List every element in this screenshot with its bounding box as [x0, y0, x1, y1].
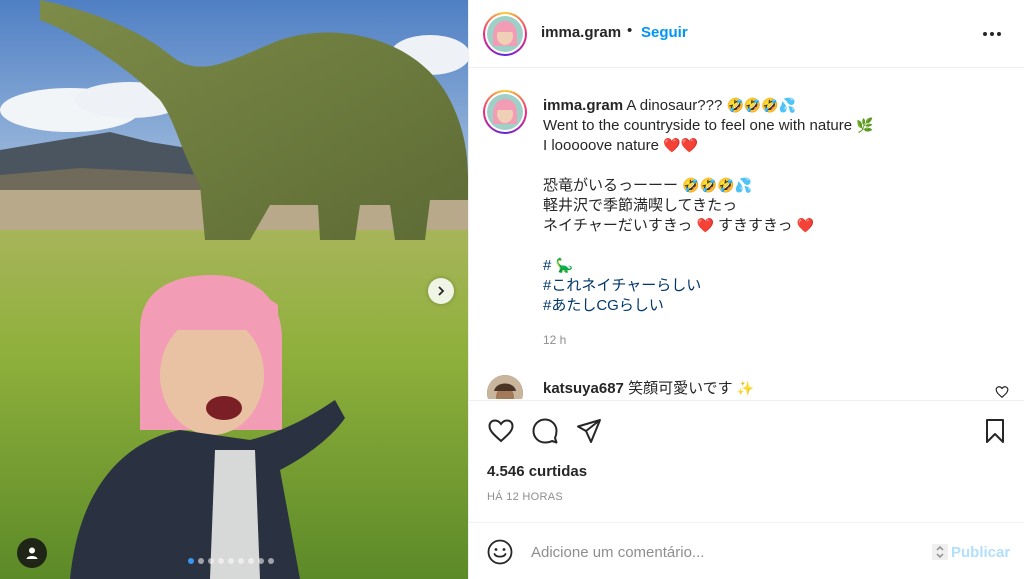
post-media[interactable]	[0, 0, 468, 579]
laughing-emoji: 🤣🤣🤣💦	[726, 98, 797, 114]
tagged-users-button[interactable]	[17, 538, 47, 568]
caption-text: Went to the countryside to feel one with…	[543, 117, 853, 134]
share-button[interactable]	[575, 417, 603, 445]
carousel-dot	[218, 558, 224, 564]
heart-emoji: ❤️❤️	[663, 138, 698, 154]
comment-body: 笑顔可愛いです	[628, 380, 733, 397]
caption-timestamp[interactable]: 12 h	[543, 333, 566, 347]
comment-text: katsuya687 笑顔可愛いです ✨	[543, 377, 754, 398]
caption-author-avatar[interactable]	[483, 90, 527, 134]
laughing-emoji: 🤣🤣🤣💦	[682, 178, 752, 194]
comment-item: katsuya687 笑顔可愛いです ✨	[483, 375, 1011, 399]
caption-text: ネイチャーだいすきっ	[543, 217, 693, 234]
caption-text: 軽井沢で季節満喫してきたっ	[543, 197, 738, 214]
emoji-picker-icon[interactable]	[487, 539, 513, 565]
publish-button[interactable]: Publicar	[951, 544, 1010, 561]
heart-emoji: ❤️	[796, 218, 815, 234]
heart-icon	[488, 419, 514, 443]
add-comment-bar: Publicar	[469, 522, 1024, 579]
post-panel: imma.gram • Seguir imma.gram A dinosaur?…	[468, 0, 1024, 579]
resize-handle-icon	[932, 544, 948, 560]
commenter-username[interactable]: katsuya687	[543, 380, 624, 397]
post-photo	[0, 0, 468, 579]
author-username[interactable]: imma.gram	[541, 24, 621, 41]
post-header: imma.gram • Seguir	[469, 0, 1024, 68]
paper-plane-icon	[577, 419, 601, 443]
bookmark-icon	[986, 419, 1004, 443]
carousel-dot	[248, 558, 254, 564]
hashtag-link[interactable]: #これネイチャーらしい	[543, 277, 701, 294]
carousel-dot	[228, 558, 234, 564]
sparkles-emoji: ✨	[736, 381, 755, 397]
carousel-dot	[208, 558, 214, 564]
caption-username[interactable]: imma.gram	[543, 97, 623, 114]
carousel-dots	[188, 558, 274, 564]
carousel-dot	[198, 558, 204, 564]
save-button[interactable]	[981, 417, 1009, 445]
carousel-dot	[258, 558, 264, 564]
carousel-dot	[268, 558, 274, 564]
comments-section[interactable]: imma.gram A dinosaur??? 🤣🤣🤣💦 Went to the…	[469, 69, 1024, 399]
carousel-dot	[238, 558, 244, 564]
carousel-next-button[interactable]	[428, 278, 454, 304]
author-avatar[interactable]	[483, 12, 527, 56]
post-caption: imma.gram A dinosaur??? 🤣🤣🤣💦 Went to the…	[543, 96, 983, 316]
post-timestamp[interactable]: HÁ 12 HORAS	[487, 491, 563, 503]
dinosaur-emoji: 🦕	[555, 258, 573, 274]
separator-dot: •	[627, 22, 633, 39]
comment-heart-icon[interactable]	[995, 385, 1009, 399]
post-actions: 4.546 curtidas HÁ 12 HORAS	[469, 400, 1024, 522]
caption-text: すきすきっ	[718, 217, 793, 234]
carousel-dot	[188, 558, 194, 564]
more-options-icon[interactable]	[983, 26, 1005, 42]
comment-button[interactable]	[531, 417, 559, 445]
caption-text: A dinosaur???	[626, 97, 723, 114]
commenter-avatar[interactable]	[487, 375, 523, 399]
herb-emoji: 🌿	[856, 118, 874, 134]
chevron-right-icon	[438, 286, 445, 296]
caption-text: I looooove nature	[543, 137, 659, 154]
hashtag-link[interactable]: #あたしCGらしい	[543, 297, 664, 314]
hashtag-link[interactable]: #	[543, 257, 551, 274]
comment-icon	[532, 418, 558, 444]
like-button[interactable]	[487, 417, 515, 445]
comment-input[interactable]	[531, 539, 921, 565]
avatar-image	[487, 94, 523, 130]
caption-text: 恐竜がいるっーーー	[543, 177, 679, 194]
heart-emoji: ❤️	[696, 218, 714, 234]
user-icon	[26, 547, 38, 559]
avatar-image	[487, 375, 523, 399]
avatar-image	[487, 16, 523, 52]
likes-count[interactable]: 4.546 curtidas	[487, 463, 587, 480]
follow-button[interactable]: Seguir	[641, 24, 688, 41]
